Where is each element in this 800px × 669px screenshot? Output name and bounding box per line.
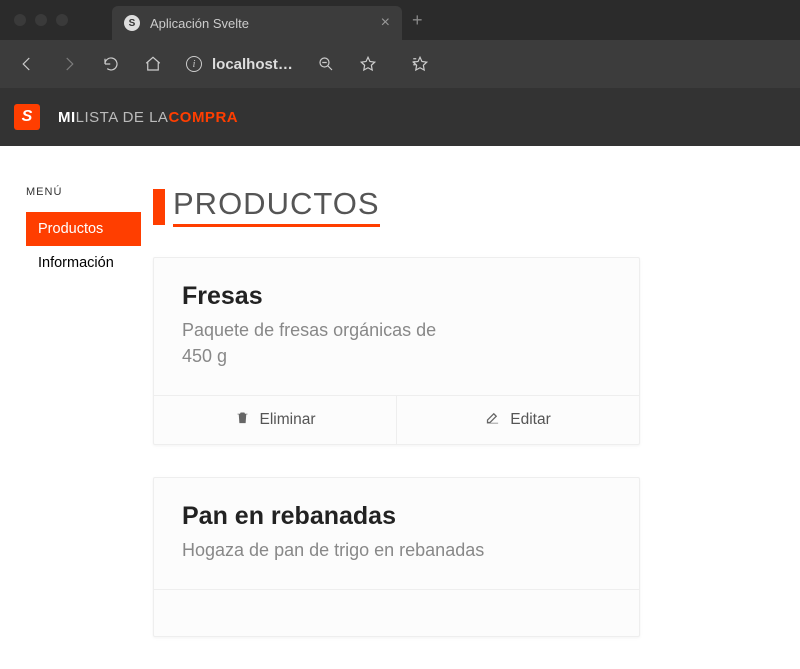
product-card-body: Fresas Paquete de fresas orgánicas de 45… — [154, 258, 639, 395]
url-text: localhost… — [212, 56, 293, 73]
edit-label: Editar — [510, 411, 551, 429]
address-bar[interactable]: i localhost… — [178, 56, 301, 73]
svelte-logo-icon: S — [14, 104, 40, 130]
window-close-dot[interactable] — [14, 14, 26, 26]
brand-part-compra: COMPRA — [168, 109, 238, 126]
page-title-wrap: PRODUCTOS — [153, 186, 640, 227]
reading-list-button[interactable] — [403, 47, 437, 81]
sidebar: MENÚ Productos Información — [26, 186, 141, 669]
product-card: Pan en rebanadas Hogaza de pan de trigo … — [153, 477, 640, 637]
product-actions: Eliminar Editar — [154, 395, 639, 444]
product-card-body: Pan en rebanadas Hogaza de pan de trigo … — [154, 478, 639, 589]
content-area: MENÚ Productos Información PRODUCTOS Fre… — [0, 146, 800, 669]
new-tab-button[interactable]: + — [412, 10, 423, 31]
back-button[interactable] — [10, 47, 44, 81]
main-panel: PRODUCTOS Fresas Paquete de fresas orgán… — [153, 186, 800, 669]
tab-favicon-icon: S — [124, 15, 140, 31]
product-description: Hogaza de pan de trigo en rebanadas — [182, 537, 611, 563]
app-brand: MILISTA DE LACOMPRA — [58, 109, 238, 126]
product-description: Paquete de fresas orgánicas de 450 g — [182, 317, 462, 369]
browser-tab[interactable]: S Aplicación Svelte × — [112, 6, 402, 40]
tab-title: Aplicación Svelte — [150, 16, 371, 31]
product-card: Fresas Paquete de fresas orgánicas de 45… — [153, 257, 640, 445]
window-min-dot[interactable] — [35, 14, 47, 26]
window-controls — [0, 14, 82, 26]
brand-part-mi: MI — [58, 109, 76, 126]
favorite-button[interactable] — [351, 47, 385, 81]
edit-icon — [485, 410, 500, 430]
window-max-dot[interactable] — [56, 14, 68, 26]
trash-icon — [235, 410, 250, 430]
site-info-icon[interactable]: i — [186, 56, 202, 72]
zoom-out-button[interactable] — [309, 47, 343, 81]
forward-button[interactable] — [52, 47, 86, 81]
sidebar-item-label: Productos — [38, 221, 103, 237]
tab-close-icon[interactable]: × — [381, 15, 390, 31]
brand-part-lista: LISTA DE LA — [76, 109, 169, 126]
refresh-button[interactable] — [94, 47, 128, 81]
product-actions: Eliminar Editar — [154, 589, 639, 636]
browser-tab-bar: S Aplicación Svelte × + — [0, 0, 800, 40]
home-button[interactable] — [136, 47, 170, 81]
delete-label: Eliminar — [260, 411, 316, 429]
sidebar-item-informacion[interactable]: Información — [26, 246, 141, 280]
title-accent-bar — [153, 189, 165, 225]
sidebar-item-productos[interactable]: Productos — [26, 212, 141, 246]
product-name: Fresas — [182, 282, 611, 311]
delete-button[interactable]: Eliminar — [154, 396, 397, 444]
browser-toolbar: i localhost… — [0, 40, 800, 88]
sidebar-item-label: Información — [38, 255, 114, 271]
edit-button[interactable]: Editar — [397, 396, 639, 444]
app-header: S MILISTA DE LACOMPRA — [0, 88, 800, 146]
page-title: PRODUCTOS — [173, 186, 380, 227]
product-name: Pan en rebanadas — [182, 502, 611, 531]
menu-heading: MENÚ — [26, 186, 141, 198]
